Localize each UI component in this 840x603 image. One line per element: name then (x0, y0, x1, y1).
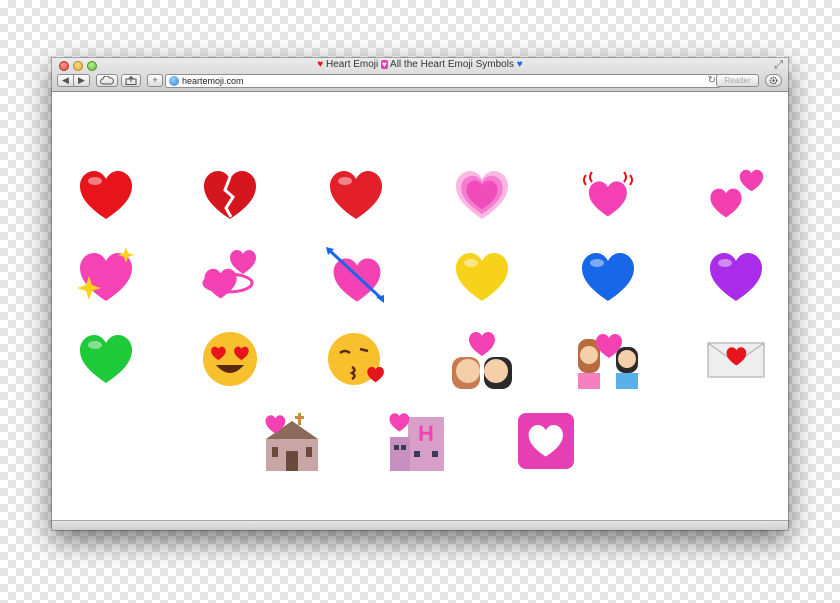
window-title: ♥ Heart Emoji ♥ All the Heart Emoji Symb… (52, 59, 788, 70)
cloud-icon (100, 75, 114, 85)
yellow-heart-icon (452, 247, 512, 307)
broken-heart-icon (200, 165, 260, 225)
couple-with-heart-icon (578, 329, 638, 389)
share-button[interactable] (121, 74, 141, 87)
svg-text:H: H (418, 421, 434, 446)
title-bar: ♥ Heart Emoji ♥ All the Heart Emoji Symb… (52, 58, 788, 92)
forward-button[interactable]: ▶ (73, 74, 90, 87)
love-letter-icon (706, 329, 766, 389)
gear-icon (769, 76, 778, 85)
revolving-hearts-icon (200, 247, 260, 307)
purple-heart-icon (706, 247, 766, 307)
back-button[interactable]: ◀ (57, 74, 74, 87)
heart-decoration-icon (516, 411, 576, 471)
wedding-chapel-icon (262, 411, 322, 471)
heart-eyes-face-icon (200, 329, 260, 389)
two-hearts-icon (706, 165, 766, 225)
couple-kiss-icon (452, 329, 512, 389)
sparkling-heart-icon (76, 247, 136, 307)
icloud-tabs-button[interactable] (96, 74, 118, 87)
reader-button[interactable]: Reader (716, 74, 759, 87)
blue-heart-icon: ♥ (516, 59, 523, 70)
add-bookmark-button[interactable]: + (147, 74, 163, 87)
reload-icon[interactable]: ↻ (708, 75, 716, 87)
red-heart-icon (326, 165, 386, 225)
heart-decoration-icon: ♥ (381, 60, 388, 69)
kissing-face-heart-icon (326, 329, 386, 389)
url-text: heartemoji.com (182, 76, 244, 86)
fullscreen-icon[interactable]: ⤢ (774, 59, 783, 72)
red-heart-icon: ♥ (317, 59, 324, 70)
love-hotel-icon: H (388, 411, 448, 471)
heart-with-arrow-icon (326, 247, 386, 307)
settings-button[interactable] (765, 74, 782, 87)
red-heart-icon (76, 165, 136, 225)
page-content: H (52, 93, 788, 520)
growing-heart-icon (452, 165, 512, 225)
blue-heart-icon (578, 247, 638, 307)
beating-heart-icon (578, 165, 638, 225)
share-icon (125, 75, 137, 85)
green-heart-icon (76, 329, 136, 389)
status-bar (52, 520, 788, 530)
address-bar[interactable]: heartemoji.com ↻ (165, 74, 721, 88)
browser-window: ♥ Heart Emoji ♥ All the Heart Emoji Symb… (52, 58, 788, 530)
globe-icon (169, 76, 179, 86)
title-suffix: All the Heart Emoji Symbols (390, 59, 514, 71)
title-text: Heart Emoji (326, 59, 379, 71)
